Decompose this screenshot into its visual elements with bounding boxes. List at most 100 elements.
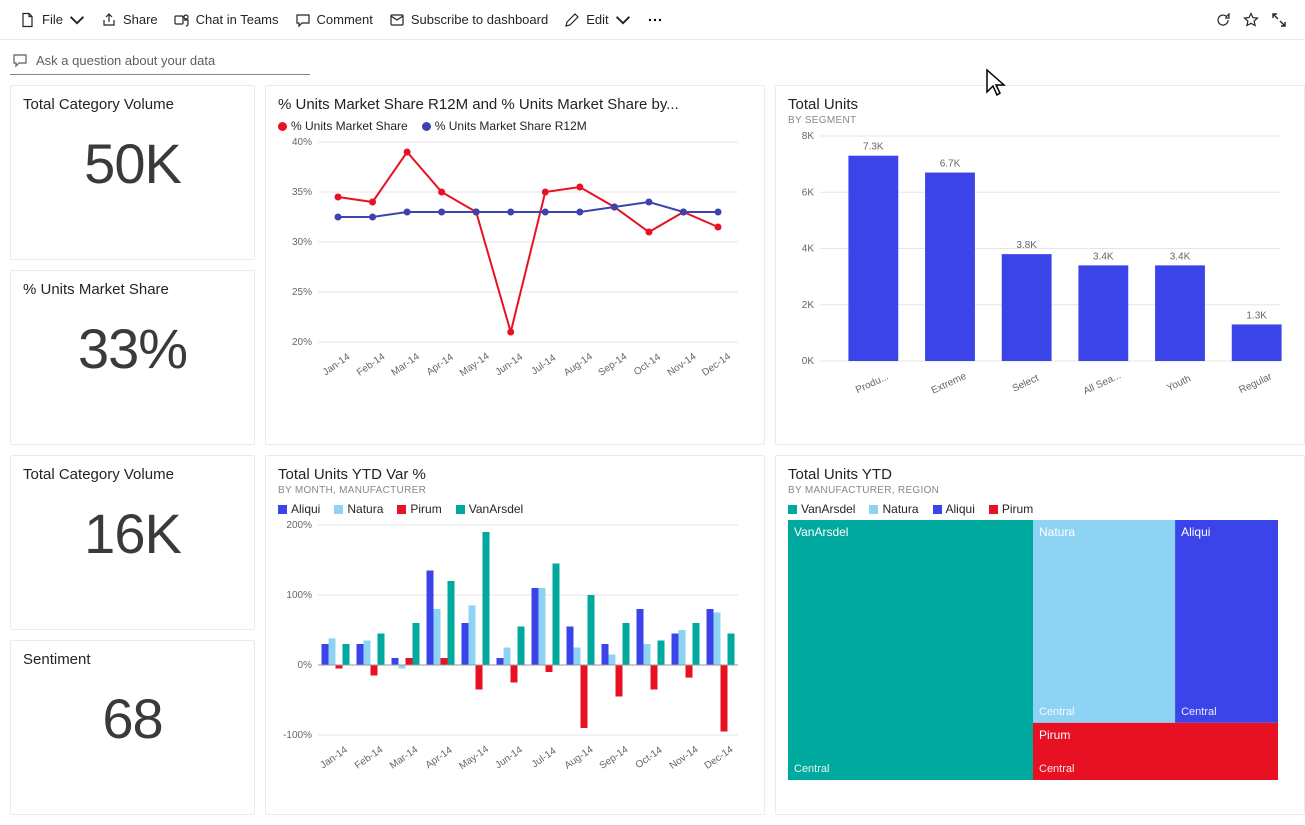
comment-button[interactable]: Comment (287, 6, 381, 34)
svg-text:Mar-14: Mar-14 (388, 744, 421, 771)
svg-text:Jan-14: Jan-14 (318, 744, 350, 771)
svg-text:0%: 0% (298, 660, 313, 671)
treemap-svg: VanArsdelCentralNaturaCentralAliquiCentr… (788, 520, 1288, 790)
refresh-button[interactable] (1209, 6, 1237, 34)
svg-text:4K: 4K (802, 244, 815, 255)
grouped-bar-svg: -100%0%100%200%Jan-14Feb-14Mar-14Apr-14M… (278, 520, 748, 790)
svg-text:20%: 20% (292, 337, 312, 348)
grouped-bar-ytd-var[interactable]: Total Units YTD Var % BY MONTH, MANUFACT… (265, 455, 765, 815)
legend-item: Natura (334, 502, 383, 516)
kpi-units-market-share[interactable]: % Units Market Share 33% (10, 270, 255, 445)
favorite-button[interactable] (1237, 6, 1265, 34)
chat-label: Chat in Teams (196, 12, 279, 27)
kpi-value: 16K (23, 501, 242, 566)
legend: VanArsdel Natura Aliqui Pirum (788, 502, 1292, 516)
qa-bar: Ask a question about your data (0, 40, 1305, 75)
legend-item: Aliqui (278, 502, 320, 516)
svg-text:May-14: May-14 (457, 744, 491, 772)
svg-text:100%: 100% (286, 590, 312, 601)
comment-icon (295, 12, 311, 28)
kpi-value: 33% (23, 316, 242, 381)
svg-text:Youth: Youth (1165, 373, 1193, 394)
legend-item: VanArsdel (456, 502, 523, 516)
bar-chart-total-units[interactable]: Total Units BY SEGMENT 0K2K4K6K8K7.3KPro… (775, 85, 1305, 445)
chevron-down-icon (615, 12, 631, 28)
chat-teams-button[interactable]: Chat in Teams (166, 6, 287, 34)
svg-text:Central: Central (1039, 763, 1074, 775)
star-icon (1243, 12, 1259, 28)
share-label: Share (123, 12, 158, 27)
line-chart-market-share[interactable]: % Units Market Share R12M and % Units Ma… (265, 85, 765, 445)
svg-text:Aug-14: Aug-14 (562, 351, 595, 379)
svg-text:Apr-14: Apr-14 (424, 745, 455, 771)
dashboard-grid: Total Category Volume 50K % Units Market… (0, 75, 1305, 825)
svg-text:Produ...: Produ... (854, 371, 890, 396)
svg-text:40%: 40% (292, 137, 312, 148)
kpi-value: 50K (23, 131, 242, 196)
chart-title: Total Units (788, 96, 1292, 113)
chart-subtitle: BY MONTH, MANUFACTURER (278, 485, 752, 496)
legend-item: % Units Market Share R12M (422, 119, 587, 133)
file-label: File (42, 12, 63, 27)
comment-icon (12, 52, 28, 68)
svg-text:-100%: -100% (283, 730, 312, 741)
svg-text:0K: 0K (802, 356, 815, 367)
kpi-total-category-volume-1[interactable]: Total Category Volume 50K (10, 85, 255, 260)
svg-text:Oct-14: Oct-14 (632, 352, 663, 378)
svg-text:Jul-14: Jul-14 (530, 352, 559, 377)
svg-text:Feb-14: Feb-14 (353, 744, 386, 771)
pencil-icon (564, 12, 580, 28)
svg-text:Regular: Regular (1237, 371, 1274, 396)
svg-text:Apr-14: Apr-14 (425, 352, 456, 378)
svg-text:Feb-14: Feb-14 (355, 351, 388, 378)
chart-subtitle: BY MANUFACTURER, REGION (788, 485, 1292, 496)
legend-item: Natura (869, 502, 918, 516)
kpi-sentiment[interactable]: Sentiment 68 (10, 640, 255, 815)
chart-title: Total Units YTD Var % (278, 466, 752, 483)
svg-text:May-14: May-14 (458, 351, 492, 379)
svg-text:1.3K: 1.3K (1246, 310, 1267, 321)
legend-item: % Units Market Share (278, 119, 408, 133)
svg-text:Extreme: Extreme (930, 371, 969, 397)
more-menu[interactable] (639, 6, 671, 34)
svg-text:Oct-14: Oct-14 (634, 745, 665, 771)
kpi-title: Sentiment (23, 651, 242, 668)
kpi-value: 68 (23, 686, 242, 751)
legend-item: Pirum (397, 502, 441, 516)
svg-text:Aug-14: Aug-14 (563, 744, 596, 772)
svg-text:3.4K: 3.4K (1170, 251, 1191, 262)
toolbar: File Share Chat in Teams Comment Subscri… (0, 0, 1305, 40)
refresh-icon (1215, 12, 1231, 28)
file-menu[interactable]: File (12, 6, 93, 34)
bar-chart-svg: 0K2K4K6K8K7.3KProdu...6.7KExtreme3.8KSel… (788, 126, 1288, 426)
legend: Aliqui Natura Pirum VanArsdel (278, 502, 752, 516)
edit-label: Edit (586, 12, 608, 27)
svg-text:30%: 30% (292, 237, 312, 248)
svg-text:Central: Central (1039, 706, 1074, 718)
share-icon (101, 12, 117, 28)
svg-text:Sep-14: Sep-14 (598, 744, 631, 772)
svg-text:Jan-14: Jan-14 (321, 351, 353, 378)
svg-text:Dec-14: Dec-14 (703, 744, 736, 772)
subscribe-button[interactable]: Subscribe to dashboard (381, 6, 556, 34)
svg-text:Nov-14: Nov-14 (668, 744, 701, 772)
share-button[interactable]: Share (93, 6, 166, 34)
kpi-title: % Units Market Share (23, 281, 242, 298)
svg-text:Dec-14: Dec-14 (700, 351, 733, 379)
subscribe-icon (389, 12, 405, 28)
teams-icon (174, 12, 190, 28)
svg-text:All Sea...: All Sea... (1082, 370, 1123, 397)
svg-text:Natura: Natura (1039, 525, 1075, 539)
svg-text:Pirum: Pirum (1039, 728, 1070, 742)
edit-menu[interactable]: Edit (556, 6, 638, 34)
qa-input[interactable]: Ask a question about your data (10, 48, 310, 75)
fullscreen-button[interactable] (1265, 6, 1293, 34)
svg-text:Nov-14: Nov-14 (666, 351, 699, 379)
chart-title: Total Units YTD (788, 466, 1292, 483)
chevron-down-icon (69, 12, 85, 28)
kpi-total-category-volume-2[interactable]: Total Category Volume 16K (10, 455, 255, 630)
svg-text:Mar-14: Mar-14 (390, 351, 423, 378)
treemap-total-units-ytd[interactable]: Total Units YTD BY MANUFACTURER, REGION … (775, 455, 1305, 815)
svg-text:Central: Central (1181, 706, 1216, 718)
chart-title: % Units Market Share R12M and % Units Ma… (278, 96, 752, 113)
